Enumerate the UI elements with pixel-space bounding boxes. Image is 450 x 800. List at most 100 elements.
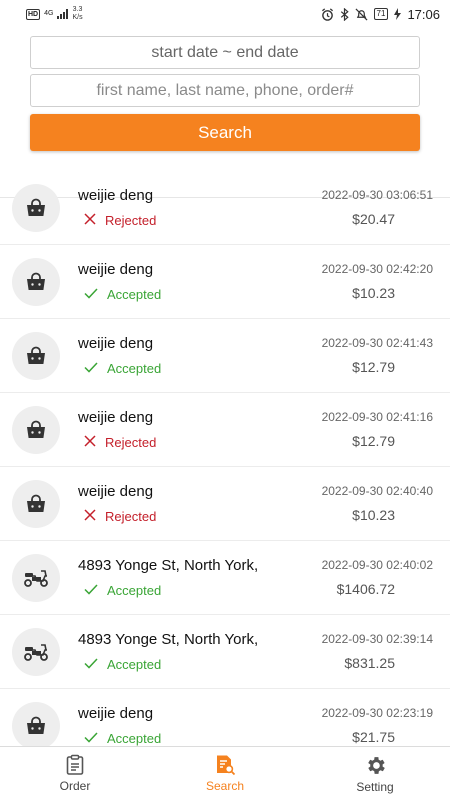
- tab-order-label: Order: [59, 779, 91, 793]
- basket-icon: [27, 346, 45, 364]
- search-query-field[interactable]: [30, 74, 420, 107]
- order-amount: $21.75: [352, 729, 395, 745]
- basket-icon: [27, 716, 45, 734]
- order-status-label: Accepted: [107, 361, 162, 376]
- gear-icon: [367, 757, 385, 774]
- order-status: Rejected: [84, 509, 156, 524]
- network-speed: 3.3 K/s: [72, 6, 82, 22]
- order-status-label: Accepted: [107, 287, 162, 302]
- charging-icon: [394, 8, 402, 20]
- order-type-avatar: [12, 184, 60, 232]
- customer-name: 4893 Yonge St, North York,: [78, 557, 259, 574]
- clock: 17:06: [407, 6, 440, 22]
- order-type-avatar: [12, 258, 60, 306]
- tab-search-label: Search: [205, 779, 245, 793]
- order-row[interactable]: weijie deng Accepted 2022-09-30 02:42:20…: [0, 245, 450, 319]
- signal-icon: [57, 9, 69, 19]
- search-button[interactable]: Search: [30, 114, 420, 151]
- order-row[interactable]: weijie deng Rejected 2022-09-30 03:06:51…: [0, 171, 450, 245]
- order-status-label: Accepted: [107, 583, 162, 598]
- order-status: Accepted: [84, 731, 161, 746]
- order-row[interactable]: weijie deng Accepted 2022-09-30 02:41:43…: [0, 319, 450, 393]
- order-status-label: Rejected: [105, 213, 157, 228]
- accepted-check-icon: [84, 361, 98, 376]
- order-amount: $20.47: [352, 211, 395, 227]
- customer-name: weijie deng: [78, 483, 154, 500]
- order-row[interactable]: weijie deng Rejected 2022-09-30 02:40:40…: [0, 467, 450, 541]
- rejected-x-icon: [84, 509, 96, 524]
- order-amount: $12.79: [352, 433, 395, 449]
- tab-setting-label: Setting: [356, 780, 394, 794]
- basket-icon: [27, 494, 45, 512]
- tab-search[interactable]: Search: [150, 747, 300, 800]
- order-type-avatar: [12, 628, 60, 676]
- alarm-icon: [321, 7, 333, 21]
- order-time: 2022-09-30 02:40:40: [321, 484, 433, 498]
- order-list[interactable]: weijie deng Rejected 2022-09-30 03:06:51…: [0, 171, 450, 747]
- battery-level: 71: [373, 8, 389, 20]
- order-type-avatar: [12, 702, 60, 747]
- order-type-avatar: [12, 480, 60, 528]
- tab-order[interactable]: Order: [0, 747, 150, 800]
- basket-icon: [27, 420, 45, 438]
- customer-name: 4893 Yonge St, North York,: [78, 631, 259, 648]
- scooter-icon: [24, 644, 48, 661]
- order-status: Accepted: [84, 657, 161, 672]
- customer-name: weijie deng: [78, 187, 154, 204]
- accepted-check-icon: [84, 731, 98, 746]
- order-time: 2022-09-30 03:06:51: [321, 188, 433, 202]
- order-amount: $10.23: [352, 507, 395, 523]
- hd-indicator: HD: [26, 8, 41, 20]
- accepted-check-icon: [84, 657, 98, 672]
- order-type-avatar: [12, 406, 60, 454]
- order-status: Accepted: [84, 287, 161, 302]
- clipboard-icon: [66, 754, 84, 775]
- order-time: 2022-09-30 02:40:02: [321, 558, 433, 572]
- basket-icon: [27, 272, 45, 290]
- bottom-tab-bar: Order Search Setting: [0, 746, 450, 800]
- customer-name: weijie deng: [78, 705, 154, 722]
- order-status-label: Accepted: [107, 657, 162, 672]
- document-search-icon: [217, 755, 236, 776]
- accepted-check-icon: [84, 287, 98, 302]
- order-status-label: Rejected: [105, 435, 157, 450]
- order-row[interactable]: 4893 Yonge St, North York, Accepted 2022…: [0, 615, 450, 689]
- order-amount: $1406.72: [336, 581, 395, 597]
- status-bar-left: HD 4G 3.3 K/s: [26, 6, 83, 22]
- order-time: 2022-09-30 02:42:20: [321, 262, 433, 276]
- basket-icon: [27, 198, 45, 216]
- customer-name: weijie deng: [78, 335, 154, 352]
- order-row[interactable]: weijie deng Accepted 2022-09-30 02:23:19…: [0, 689, 450, 747]
- mute-bell-icon: [355, 8, 368, 20]
- order-status-label: Rejected: [105, 509, 157, 524]
- order-time: 2022-09-30 02:23:19: [321, 706, 433, 720]
- network-speed-value: 3.3: [72, 6, 83, 13]
- bluetooth-icon: [340, 7, 349, 21]
- order-amount: $12.79: [352, 359, 395, 375]
- order-time: 2022-09-30 02:41:16: [321, 410, 433, 424]
- order-amount: $831.25: [344, 655, 395, 671]
- network-speed-unit: K/s: [72, 14, 83, 21]
- status-bar-right: 71 17:06: [321, 7, 440, 22]
- status-bar: HD 4G 3.3 K/s 71 17:06: [0, 0, 450, 28]
- network-type: 4G: [44, 10, 54, 17]
- customer-name: weijie deng: [78, 409, 154, 426]
- order-status-label: Accepted: [107, 731, 162, 746]
- order-status: Rejected: [84, 213, 156, 228]
- order-type-avatar: [12, 332, 60, 380]
- order-row[interactable]: 4893 Yonge St, North York, Accepted 2022…: [0, 541, 450, 615]
- order-row[interactable]: weijie deng Rejected 2022-09-30 02:41:16…: [0, 393, 450, 467]
- order-time: 2022-09-30 02:41:43: [321, 336, 433, 350]
- accepted-check-icon: [84, 583, 98, 598]
- rejected-x-icon: [84, 435, 96, 450]
- order-amount: $10.23: [352, 285, 395, 301]
- order-time: 2022-09-30 02:39:14: [321, 632, 433, 646]
- scooter-icon: [24, 570, 48, 587]
- order-type-avatar: [12, 554, 60, 602]
- order-status: Accepted: [84, 583, 161, 598]
- order-status: Rejected: [84, 435, 156, 450]
- date-range-field[interactable]: [30, 36, 420, 69]
- customer-name: weijie deng: [78, 261, 154, 278]
- tab-setting[interactable]: Setting: [300, 747, 450, 800]
- order-status: Accepted: [84, 361, 161, 376]
